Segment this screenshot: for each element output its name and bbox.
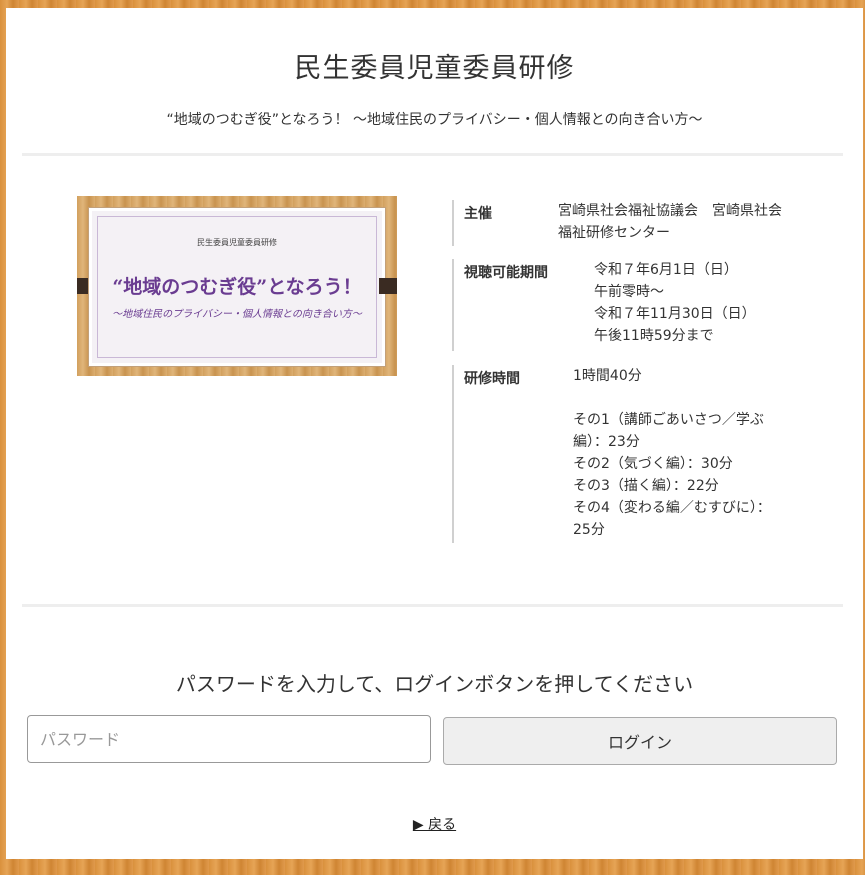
content-card: 民生委員児童委員研修 “地域のつむぎ役”となろう！ ～地域住民のプライバシー・個… (6, 8, 863, 859)
thumbnail-board-clip-right (379, 278, 397, 294)
back-link[interactable]: ▶ 戻る (413, 817, 456, 833)
viewing-period-label: 視聴可能期間 (464, 265, 548, 281)
organizer-value: 宮崎県社会福祉協議会 宮崎県社会 福祉研修センター (558, 203, 782, 241)
wood-frame-bottom (0, 859, 865, 875)
thumbnail-sub-text: ～地域住民のプライバシー・個人情報との向き合い方～ (112, 309, 362, 320)
page-subtitle: “地域のつむぎ役”となろう！ ～地域住民のプライバシー・個人情報との向き合い方～ (166, 112, 703, 128)
thumbnail-main-text: “地域のつむぎ役”となろう！ (112, 276, 362, 298)
divider-top (22, 153, 843, 156)
thumbnail-small-text: 民生委員児童委員研修 (197, 238, 277, 247)
login-button[interactable]: ログイン (443, 717, 837, 765)
divider-bottom (22, 604, 843, 607)
info-viewing-period: 視聴可能期間 令和７年6月1日（日） 午前零時～ 令和７年11月30日（日） 午… (452, 259, 756, 351)
course-thumbnail: 民生委員児童委員研修 “地域のつむぎ役”となろう！ ～地域住民のプライバシー・個… (77, 196, 397, 376)
thumbnail-board: 民生委員児童委員研修 “地域のつむぎ役”となろう！ ～地域住民のプライバシー・個… (89, 208, 385, 366)
back-link-container: ▶ 戻る (6, 814, 863, 834)
info-organizer: 主催 宮崎県社会福祉協議会 宮崎県社会 福祉研修センター (452, 200, 782, 246)
info-training-time: 研修時間 1時間40分 その1（講師ごあいさつ／学ぶ 編）：23分 その2（気づ… (452, 365, 771, 543)
page-title: 民生委員児童委員研修 (294, 53, 575, 84)
training-time-label: 研修時間 (464, 371, 520, 387)
training-time-value: 1時間40分 その1（講師ごあいさつ／学ぶ 編）：23分 その2（気づく編）：3… (573, 368, 771, 538)
wood-frame-top (0, 0, 865, 8)
viewing-period-value: 令和７年6月1日（日） 午前零時～ 令和７年11月30日（日） 午後11時59分… (594, 262, 756, 344)
organizer-label: 主催 (464, 206, 492, 222)
login-prompt: パスワードを入力して、ログインボタンを押してください (175, 672, 694, 696)
password-input[interactable] (27, 715, 431, 763)
